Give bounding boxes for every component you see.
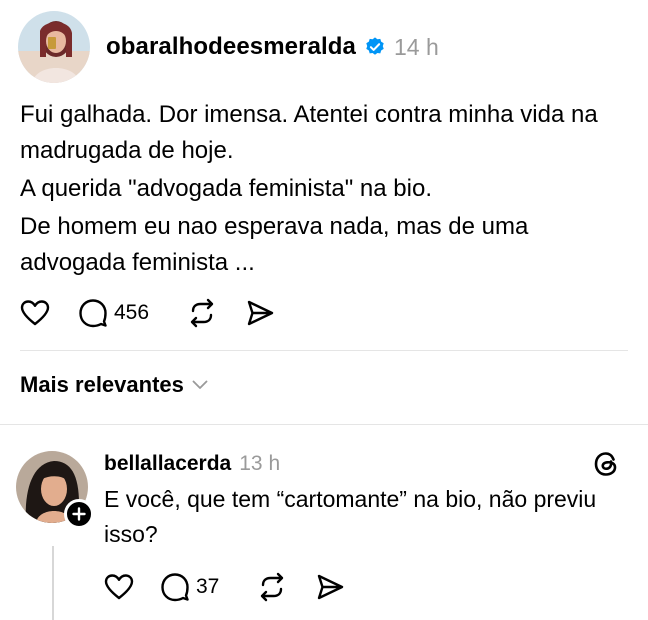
share-button[interactable] xyxy=(315,572,345,602)
author-avatar[interactable] xyxy=(18,11,90,83)
post-time: 14 h xyxy=(394,33,439,60)
divider xyxy=(0,424,648,425)
post-text: Fui galhada. Dor imensa. Atentei contra … xyxy=(20,97,630,283)
comment-bubble-icon xyxy=(161,573,189,602)
comment-button[interactable]: 37 xyxy=(160,572,219,602)
post-line: De homem eu nao esperava nada, mas de um… xyxy=(20,213,529,276)
sort-dropdown[interactable]: Mais relevantes xyxy=(20,372,208,398)
divider xyxy=(20,350,628,351)
like-button[interactable] xyxy=(104,573,134,601)
reply-actions: 37 xyxy=(104,570,345,604)
reply-avatar-container xyxy=(16,451,94,529)
comment-button[interactable]: 456 xyxy=(78,298,149,328)
share-button[interactable] xyxy=(245,298,275,328)
reply-time: 13 h xyxy=(239,452,281,475)
reply-text: E você, que tem “cartomante” na bio, não… xyxy=(104,486,597,547)
plus-icon xyxy=(72,507,86,521)
sort-label: Mais relevantes xyxy=(20,372,184,397)
threads-logo-icon xyxy=(592,450,620,483)
repost-button[interactable] xyxy=(187,298,217,328)
reply-username[interactable]: bellallacerda xyxy=(104,452,231,476)
post-line: Fui galhada. Dor imensa. Atentei contra … xyxy=(20,101,598,164)
heart-icon xyxy=(104,574,134,600)
follow-button[interactable] xyxy=(64,499,94,529)
thread-connector-line xyxy=(52,546,54,620)
reply-count: 37 xyxy=(196,575,220,598)
send-icon xyxy=(318,574,344,600)
post-line: A querida "advogada feminista" na bio. xyxy=(20,175,432,202)
repost-button[interactable] xyxy=(257,572,287,602)
post-actions: 456 xyxy=(20,295,275,331)
verified-badge-icon xyxy=(364,36,386,58)
chevron-down-icon xyxy=(192,380,208,389)
reply-header: bellallacerda 13 h xyxy=(104,450,280,478)
repost-icon xyxy=(261,572,284,602)
send-icon xyxy=(247,300,274,326)
heart-icon xyxy=(20,300,50,326)
author-username[interactable]: obaralhodeesmeralda xyxy=(106,33,356,61)
like-button[interactable] xyxy=(20,299,50,327)
post-header: obaralhodeesmeralda 14 h xyxy=(18,10,439,84)
comment-bubble-icon xyxy=(79,299,107,328)
reply-count: 456 xyxy=(114,301,150,324)
repost-icon xyxy=(190,298,214,328)
